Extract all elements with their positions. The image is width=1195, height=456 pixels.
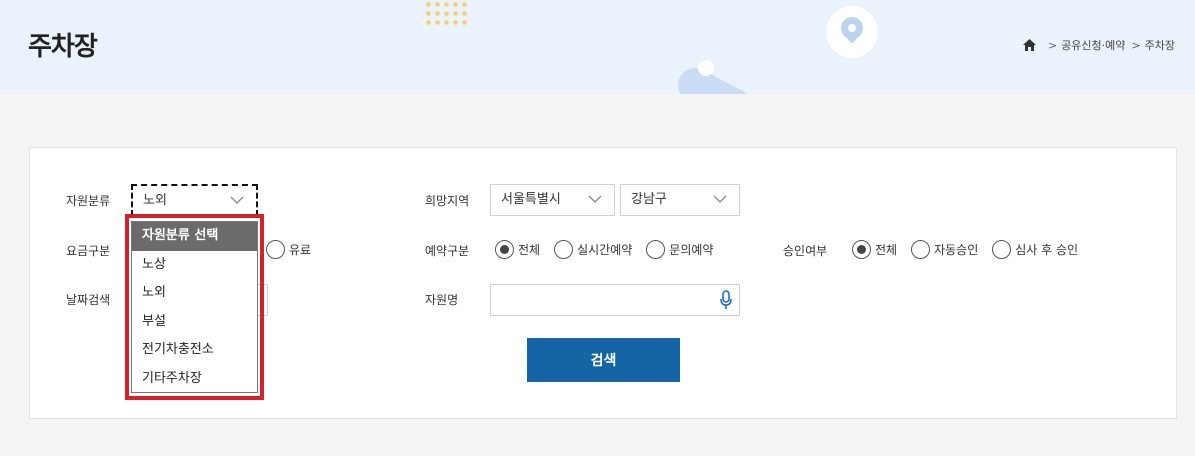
resource-name-input[interactable] — [490, 284, 740, 316]
fee-type-paid-option[interactable]: 유료 — [266, 240, 311, 259]
approval-label: 승인여부 — [783, 244, 828, 258]
resource-type-value: 노외 — [143, 193, 167, 208]
city-value: 서울특별시 — [501, 192, 561, 207]
approval-all-option[interactable]: 전체 — [852, 240, 897, 259]
page-title: 주차장 — [28, 32, 98, 62]
chevron-down-icon — [230, 196, 244, 204]
reservation-type-all-option[interactable]: 전체 — [495, 240, 540, 259]
chevron-down-icon — [588, 195, 602, 203]
reservation-type-label: 예약구분 — [425, 244, 470, 258]
chevron-down-icon — [713, 195, 727, 203]
radio-button[interactable] — [992, 240, 1012, 259]
breadcrumb-item-share-reservation[interactable]: 공유신청·예약 — [1061, 37, 1125, 53]
reservation-type-all-label: 전체 — [518, 243, 541, 257]
dropdown-option-other-parking[interactable]: 기타주차장 — [132, 365, 257, 394]
fee-type-radio-group: 유료 — [266, 240, 325, 259]
approval-review-option[interactable]: 심사 후 승인 — [992, 240, 1078, 259]
resource-type-dropdown-list: 자원분류 선택 노상 노외 부설 전기차충전소 기타주차장 — [131, 221, 258, 393]
dropdown-option-on-street[interactable]: 노상 — [132, 251, 257, 280]
dropdown-option-attached[interactable]: 부설 — [132, 308, 257, 337]
breadcrumb-item-parking[interactable]: 주차장 — [1145, 37, 1175, 53]
district-value: 강남구 — [631, 192, 667, 207]
radio-button[interactable] — [266, 240, 285, 259]
radio-button[interactable] — [646, 240, 666, 259]
breadcrumb: > 공유신청·예약 > 주차장 — [1022, 37, 1175, 53]
reservation-type-radio-group: 전체 실시간예약 문의예약 — [495, 240, 727, 259]
region-label: 희망지역 — [425, 194, 470, 208]
microphone-icon[interactable] — [719, 290, 733, 310]
reservation-type-realtime-option[interactable]: 실시간예약 — [554, 240, 632, 259]
approval-radio-group: 전체 자동승인 심사 후 승인 — [852, 240, 1092, 259]
resource-type-select[interactable]: 노외 — [131, 184, 258, 216]
approval-auto-label: 자동승인 — [934, 243, 979, 257]
dropdown-option-ev-charging[interactable]: 전기차충전소 — [132, 336, 257, 365]
approval-all-label: 전체 — [875, 243, 898, 257]
radio-button-checked[interactable] — [852, 240, 871, 259]
date-search-label: 날짜검색 — [66, 293, 111, 307]
search-button[interactable]: 검색 — [527, 338, 680, 382]
page-header: 주차장 > 공유신청·예약 > 주차장 — [0, 0, 1195, 94]
decorative-shape — [672, 61, 786, 94]
decorative-dots — [424, 0, 468, 26]
reservation-type-inquiry-label: 문의예약 — [669, 243, 714, 257]
radio-button[interactable] — [911, 240, 931, 259]
fee-type-label: 요금구분 — [66, 244, 111, 258]
dropdown-option-select-prompt[interactable]: 자원분류 선택 — [132, 222, 257, 251]
home-icon[interactable] — [1022, 39, 1036, 51]
breadcrumb-separator-icon: > — [1131, 38, 1141, 52]
approval-auto-option[interactable]: 자동승인 — [911, 240, 978, 259]
reservation-type-inquiry-option[interactable]: 문의예약 — [646, 240, 713, 259]
resource-name-label: 자원명 — [425, 293, 459, 307]
reservation-type-realtime-label: 실시간예약 — [577, 243, 633, 257]
approval-review-label: 심사 후 승인 — [1015, 243, 1079, 257]
decorative-dot — [698, 60, 714, 76]
fee-type-paid-label: 유료 — [289, 243, 312, 257]
resource-type-label: 자원분류 — [66, 194, 111, 208]
dropdown-option-off-street[interactable]: 노외 — [132, 279, 257, 308]
radio-button-checked[interactable] — [495, 240, 514, 259]
district-select[interactable]: 강남구 — [620, 184, 740, 216]
breadcrumb-separator-icon: > — [1047, 38, 1058, 52]
radio-button[interactable] — [554, 240, 574, 259]
city-select[interactable]: 서울특별시 — [490, 184, 615, 216]
